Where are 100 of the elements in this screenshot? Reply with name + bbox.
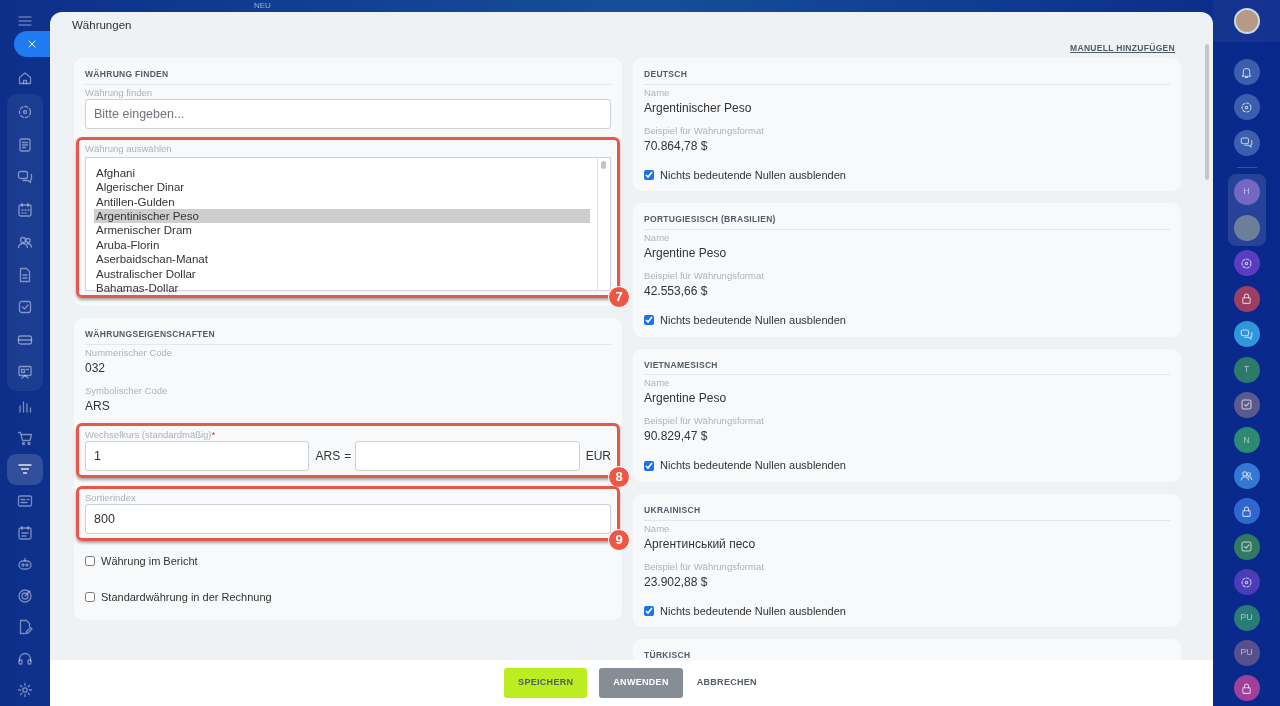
checkbox-label: Standardwährung in der Rechnung	[101, 590, 272, 605]
checkbox[interactable]	[85, 555, 95, 566]
id-card-icon[interactable]	[17, 492, 33, 509]
swirl-button[interactable]	[1233, 569, 1260, 596]
field-label: Beispiel für Währungsformat	[644, 415, 765, 428]
file-icon[interactable]	[17, 266, 33, 283]
amount-field[interactable]: 1	[85, 440, 310, 471]
chat-icon[interactable]	[17, 169, 33, 186]
field-label: Name	[644, 377, 671, 390]
field-label: Nummerischer Code	[85, 346, 174, 359]
checkbox-icon	[1240, 398, 1253, 412]
home-icon[interactable]	[17, 70, 33, 87]
list-option[interactable]: Afghani	[94, 165, 590, 181]
lock-button[interactable]	[1233, 498, 1260, 525]
bell-icon	[1240, 65, 1253, 79]
save-button[interactable]: SPEICHERN	[504, 668, 588, 698]
swirl-button[interactable]	[1233, 250, 1260, 277]
chat-button[interactable]	[1233, 321, 1260, 348]
currency-listbox[interactable]: Afghani Algerischer Dinar Antillen-Gulden Argentinischer Peso Armenischer Dram Aruba-Florin Aserbaidschan-Manat Australischer Dollar Bahamas-Dollar	[85, 156, 611, 291]
swirl-button[interactable]	[1233, 94, 1260, 121]
list-option[interactable]: Algerischer Dinar	[94, 180, 590, 195]
people-button[interactable]	[1233, 462, 1260, 489]
headset-icon[interactable]	[17, 650, 33, 667]
equals-sign: =	[344, 447, 352, 465]
field-value: 42.553,66 $	[644, 283, 709, 300]
field-label: Symbolischer Code	[85, 384, 169, 397]
checkbox[interactable]	[644, 605, 654, 616]
settings-icon[interactable]	[17, 682, 33, 699]
list-option[interactable]: Australischer Dollar	[94, 266, 590, 281]
list-option[interactable]: Aruba-Florin	[94, 237, 590, 253]
lock-icon	[1240, 292, 1253, 306]
checkbox-label: Nichts bedeutende Nullen ausblenden	[660, 313, 846, 328]
field-value: ARS	[85, 397, 111, 415]
target-icon[interactable]	[17, 587, 33, 604]
field-value: Аргентинський песо	[644, 535, 757, 553]
currency-code: ARS	[314, 447, 341, 465]
field-label: Name	[644, 86, 671, 99]
bell-button[interactable]	[1233, 59, 1260, 85]
letter-avatar[interactable]: PU	[1233, 639, 1260, 666]
list-option[interactable]: Armenischer Dram	[94, 223, 590, 238]
search-field[interactable]: Bitte eingeben...	[85, 98, 611, 129]
bar-chart-icon[interactable]	[17, 398, 33, 415]
lock-button[interactable]	[1233, 675, 1260, 702]
field-value: Argentine Peso	[644, 245, 728, 262]
checkbox[interactable]	[644, 170, 654, 180]
list-option[interactable]: Antillen-Gulden	[94, 194, 590, 209]
checkbox[interactable]	[644, 315, 654, 326]
section-heading: WÄHRUNGSEIGENSCHAFTEN	[85, 327, 217, 341]
list-option[interactable]: Argentinischer Peso	[94, 208, 590, 224]
people-icon[interactable]	[17, 234, 33, 251]
callout-number: 7	[608, 285, 630, 308]
field-value: Argentine Peso	[644, 390, 728, 408]
chat-icon	[1240, 136, 1253, 150]
swirl-icon	[1240, 575, 1253, 589]
section-heading: TÜRKISCH	[644, 649, 692, 660]
close-button[interactable]	[14, 31, 50, 57]
avatar[interactable]	[1233, 8, 1260, 35]
field-label: Beispiel für Währungsformat	[644, 560, 765, 573]
amount-field[interactable]	[355, 440, 580, 471]
window-title: Währungen	[71, 18, 133, 33]
field-value: 90.829,47 $	[644, 428, 709, 446]
list-option[interactable]: Aserbaidschan-Manat	[94, 252, 590, 267]
robot-icon[interactable]	[17, 556, 33, 573]
swirl-icon	[1240, 256, 1253, 270]
scrollbar-thumb[interactable]	[601, 160, 606, 169]
field-label: Wechselkurs (standardmäßig)*	[85, 428, 217, 441]
checkbox-label: Währung im Bericht	[101, 553, 198, 569]
swirl-icon[interactable]	[17, 104, 33, 121]
section-heading: PORTUGIESISCH (BRASILIEN)	[644, 213, 777, 226]
calendar-icon[interactable]	[17, 524, 33, 541]
checkbox-label: Nichts bedeutende Nullen ausblenden	[660, 603, 846, 619]
chat-icon	[1240, 327, 1253, 341]
presentation-icon[interactable]	[17, 364, 33, 381]
edit-document-icon[interactable]	[17, 619, 33, 636]
field-value: 032	[85, 359, 107, 377]
cancel-link[interactable]: ABBRECHEN	[694, 668, 759, 698]
cart-icon[interactable]	[17, 429, 33, 446]
manual-add-link[interactable]: MANUELL HINZUFÜGEN	[1070, 42, 1175, 55]
document-icon[interactable]	[17, 136, 33, 153]
checkbox-label: Nichts bedeutende Nullen ausblenden	[660, 167, 846, 183]
checkbox-button[interactable]	[1233, 391, 1260, 418]
field-label: Name	[644, 522, 671, 535]
callout-number: 8	[608, 465, 630, 488]
field-value: Argentinischer Peso	[644, 99, 753, 117]
checkbox-label: Nichts bedeutende Nullen ausblenden	[660, 458, 846, 474]
lock-icon	[1240, 681, 1253, 695]
checkbox-button[interactable]	[1233, 533, 1260, 560]
chat-button[interactable]	[1233, 129, 1260, 156]
currency-code: EUR	[584, 447, 611, 465]
section-heading: WÄHRUNG FINDEN	[85, 68, 170, 81]
checkbox[interactable]	[85, 592, 95, 603]
scrollbar[interactable]	[1205, 44, 1209, 181]
checkbox[interactable]	[644, 460, 654, 471]
section-heading: VIETNAMESISCH	[644, 358, 719, 372]
lock-button[interactable]	[1233, 285, 1260, 312]
sort-index-field[interactable]: 800	[85, 503, 611, 534]
section-heading: UKRAINISCH	[644, 503, 702, 517]
swirl-icon	[1240, 100, 1253, 114]
checkbox-icon[interactable]	[17, 299, 33, 316]
calendar-icon[interactable]	[17, 201, 33, 218]
